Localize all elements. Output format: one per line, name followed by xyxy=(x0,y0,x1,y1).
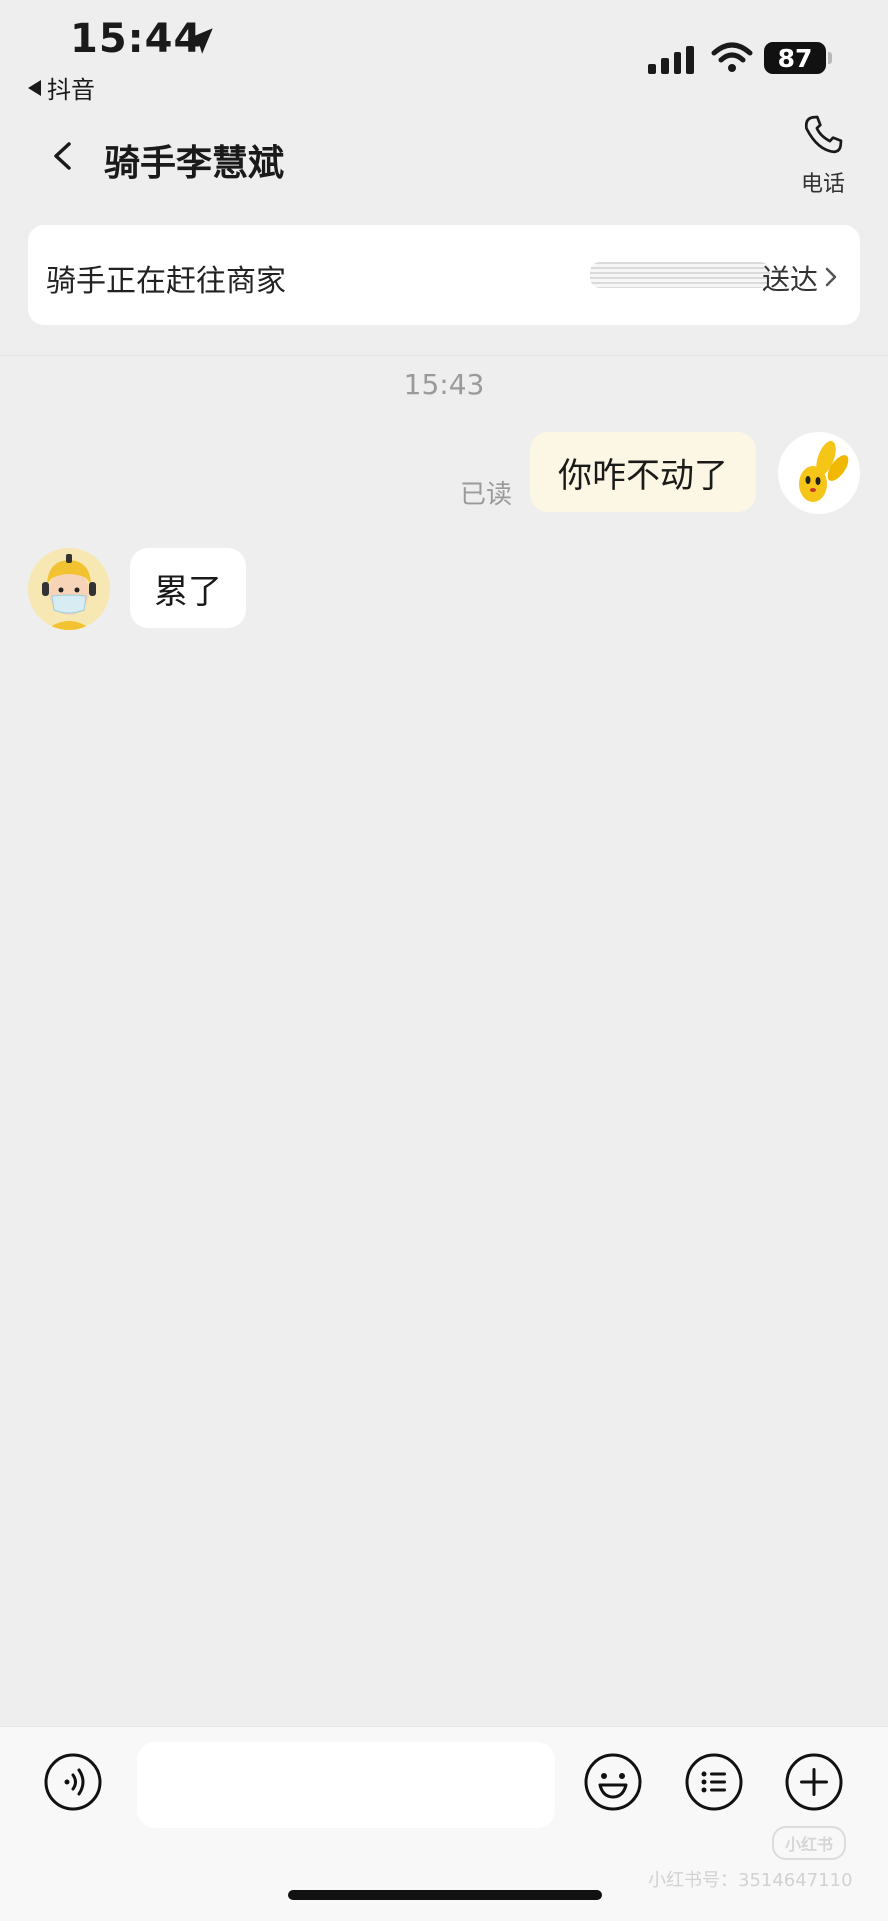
list-menu-icon[interactable] xyxy=(684,1752,744,1812)
chevron-right-icon xyxy=(825,267,837,287)
rider-message-bubble[interactable]: 累了 xyxy=(130,548,246,628)
delivery-eta-label: 送达 xyxy=(762,263,819,296)
phone-label: 电话 xyxy=(800,172,845,197)
battery-icon: 87 xyxy=(764,42,826,74)
rider-status-text: 骑手正在赶往商家 xyxy=(46,264,286,299)
wifi-icon xyxy=(711,42,753,72)
home-indicator[interactable] xyxy=(288,1890,602,1900)
back-to-app-button[interactable]: 抖音 xyxy=(28,70,95,105)
battery-cap xyxy=(828,52,832,64)
emoji-icon[interactable] xyxy=(583,1752,643,1812)
mascot-icon xyxy=(799,440,849,502)
back-app-label: 抖音 xyxy=(47,76,95,104)
back-triangle-icon xyxy=(28,79,41,96)
watermark-logo: 小红书 xyxy=(772,1826,846,1860)
location-arrow-icon xyxy=(187,28,213,54)
voice-icon[interactable] xyxy=(43,1752,103,1812)
rider-face-icon xyxy=(28,548,110,630)
signal-icon xyxy=(648,44,694,74)
page-title: 骑手李慧斌 xyxy=(104,143,285,184)
battery-level: 87 xyxy=(777,43,813,73)
message-input[interactable] xyxy=(137,1742,555,1828)
divider xyxy=(0,355,888,356)
message-timestamp: 15:43 xyxy=(403,368,485,401)
chevron-left-icon[interactable] xyxy=(44,136,84,176)
read-receipt: 已读 xyxy=(460,480,513,510)
watermark-text: 小红书号：3514647110 xyxy=(648,1870,853,1891)
my-message-bubble[interactable]: 你咋不动了 xyxy=(530,432,756,512)
rider-avatar[interactable] xyxy=(28,548,110,630)
plus-icon[interactable] xyxy=(784,1752,844,1812)
blurred-eta xyxy=(590,262,770,288)
phone-icon xyxy=(804,115,843,154)
phone-button[interactable]: 电话 xyxy=(790,112,856,204)
my-avatar[interactable] xyxy=(778,432,860,514)
